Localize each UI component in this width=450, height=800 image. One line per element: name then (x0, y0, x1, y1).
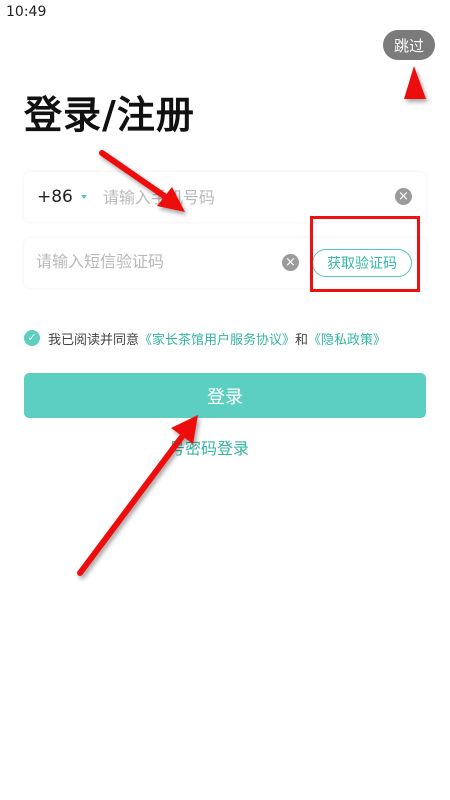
agreement-and: 和 (295, 332, 309, 348)
clear-phone-icon[interactable]: × (395, 188, 412, 205)
clear-code-icon[interactable]: × (282, 254, 299, 271)
agreement-prefix: 我已阅读并同意 (48, 332, 140, 348)
skip-button[interactable]: 跳过 (383, 30, 435, 60)
check-icon[interactable]: ✓ (24, 330, 40, 346)
login-button[interactable]: 登录 (24, 373, 426, 418)
status-time: 10:49 (6, 4, 47, 20)
country-code-selector[interactable]: +86 (37, 187, 73, 207)
privacy-policy-link[interactable]: 《隐私政策》 (308, 329, 386, 348)
caret-down-icon[interactable] (80, 195, 87, 199)
agreement-row: ✓ 我已阅读并同意 《家长茶馆用户服务协议》 和 《隐私政策》 (24, 329, 386, 348)
phone-field-row: +86 (24, 172, 426, 222)
annotation-arrow-skip (404, 66, 426, 99)
phone-input[interactable] (100, 186, 375, 208)
password-login-link[interactable]: 号密码登录 (169, 435, 249, 459)
service-agreement-link[interactable]: 《家长茶馆用户服务协议》 (139, 329, 295, 348)
sms-code-input[interactable] (34, 251, 278, 272)
annotation-highlight-box (310, 216, 420, 292)
page-title: 登录/注册 (24, 93, 195, 137)
